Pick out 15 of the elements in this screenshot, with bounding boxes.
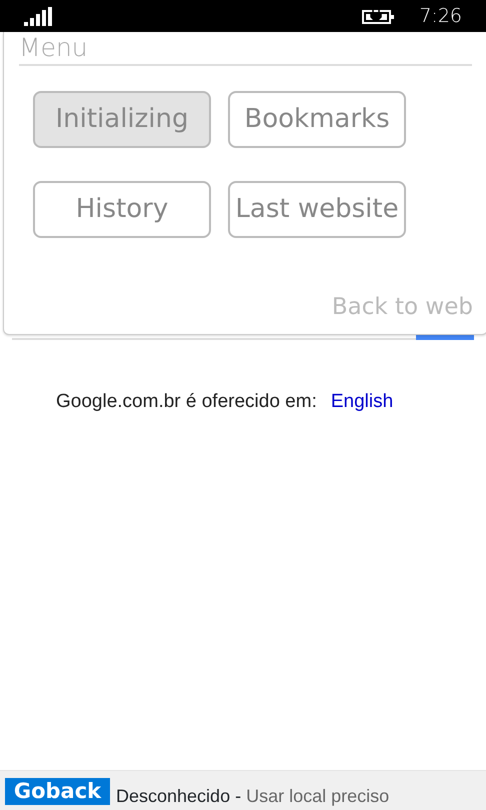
menu-button[interactable]: Bookmarks bbox=[228, 91, 406, 148]
menu-button[interactable]: Initializing bbox=[33, 91, 211, 148]
clock: 7:26 bbox=[419, 4, 462, 29]
back-to-web-link[interactable]: Back to web bbox=[332, 290, 473, 324]
location-link[interactable]: Usar local preciso bbox=[246, 786, 390, 806]
language-text: Google.com.br é oferecido em: bbox=[56, 391, 317, 412]
menu-button[interactable]: History bbox=[33, 181, 211, 238]
menu-button[interactable]: Last website bbox=[228, 181, 406, 238]
separator-text: - bbox=[235, 786, 242, 806]
language-link[interactable]: English bbox=[330, 391, 394, 412]
battery-charging-icon bbox=[362, 8, 396, 24]
menu-title: Menu bbox=[19, 32, 472, 66]
signal-icon bbox=[24, 6, 53, 26]
goback-button[interactable]: Goback bbox=[5, 778, 110, 805]
location-text: Desconhecido bbox=[116, 786, 230, 806]
